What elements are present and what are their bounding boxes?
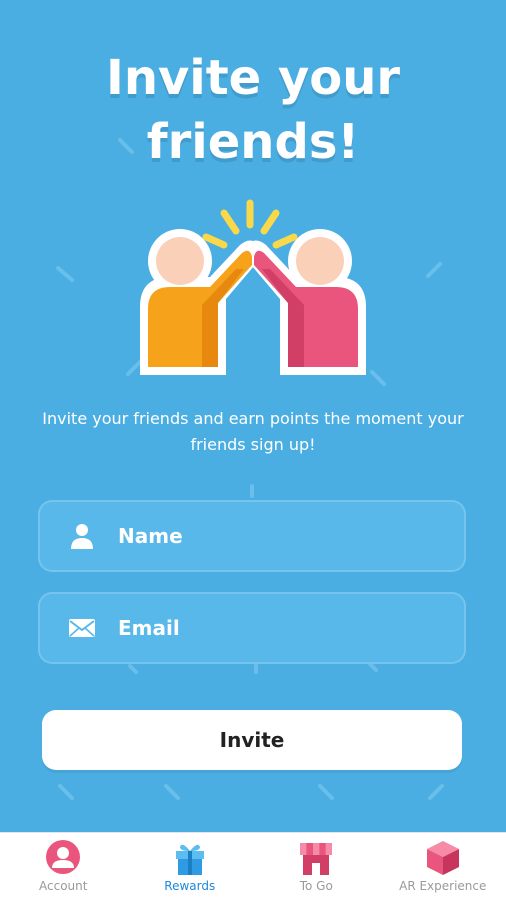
envelope-icon xyxy=(68,614,96,642)
cube-icon xyxy=(423,839,463,877)
tab-rewards[interactable]: Rewards xyxy=(127,833,254,901)
invite-button[interactable]: Invite xyxy=(42,710,462,770)
name-field[interactable] xyxy=(38,500,466,572)
tab-label-account: Account xyxy=(39,879,87,893)
name-input[interactable] xyxy=(116,523,440,549)
title-line-1: Invite your xyxy=(0,46,506,110)
tab-ar-experience[interactable]: AR Experience xyxy=(380,833,506,901)
page-title: Invite your friends! xyxy=(0,46,506,174)
email-input[interactable] xyxy=(116,615,440,641)
tab-account[interactable]: Account xyxy=(0,833,127,901)
person-icon xyxy=(68,522,96,550)
invite-screen: Invite your friends! Invite your friends… xyxy=(0,0,506,832)
title-line-2: friends! xyxy=(0,110,506,174)
email-field[interactable] xyxy=(38,592,466,664)
bottom-tab-bar: Account Rewards To Go AR Experience xyxy=(0,832,506,901)
tab-label-ar-experience: AR Experience xyxy=(399,879,486,893)
tab-label-to-go: To Go xyxy=(300,879,333,893)
gift-icon xyxy=(170,839,210,877)
invite-description: Invite your friends and earn points the … xyxy=(20,406,486,458)
tab-label-rewards: Rewards xyxy=(164,879,215,893)
account-icon xyxy=(43,839,83,877)
store-icon xyxy=(296,839,336,877)
high-five-illustration xyxy=(140,195,366,385)
tab-to-go[interactable]: To Go xyxy=(253,833,380,901)
